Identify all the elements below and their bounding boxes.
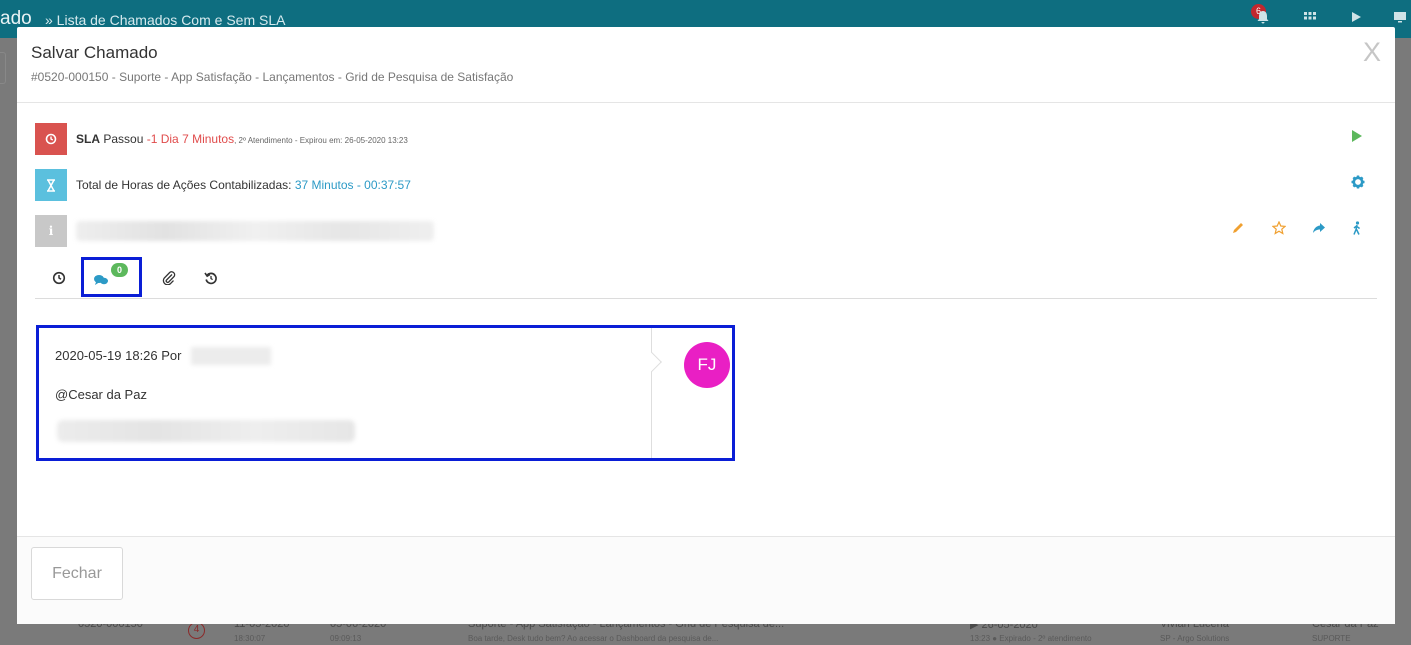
tab-history[interactable] bbox=[199, 265, 223, 291]
modal-footer: Fechar bbox=[17, 536, 1395, 624]
grid-icon[interactable] bbox=[1304, 11, 1316, 26]
hourglass-icon bbox=[35, 169, 67, 201]
modal-title: Salvar Chamado bbox=[31, 43, 158, 62]
comment-mention[interactable]: @Cesar da Paz bbox=[55, 387, 147, 402]
save-ticket-modal: Salvar Chamado #0520-000150 - Suporte - … bbox=[17, 27, 1395, 624]
bg-group: SUPORTE bbox=[1312, 634, 1351, 643]
breadcrumb[interactable]: » Lista de Chamados Com e Sem SLA bbox=[45, 12, 285, 28]
share-icon[interactable] bbox=[1312, 221, 1326, 239]
hours-value: 37 Minutos - 00:37:57 bbox=[294, 178, 411, 192]
avatar: FJ bbox=[684, 342, 730, 388]
comment-card: 2020-05-19 18:26 Por @Cesar da Paz bbox=[39, 328, 652, 458]
bg-count: 4 bbox=[188, 622, 205, 639]
pencil-icon[interactable] bbox=[1231, 221, 1245, 239]
hours-label: Total de Horas de Ações Contabilizadas: bbox=[76, 178, 292, 192]
comments-count-badge: 0 bbox=[111, 263, 128, 277]
redacted-info-text bbox=[76, 221, 434, 241]
tab-comments[interactable]: 0 bbox=[81, 257, 142, 297]
sla-status: Passou bbox=[103, 132, 144, 146]
info-icon: i bbox=[35, 215, 67, 247]
tab-history-clock[interactable] bbox=[47, 265, 71, 291]
modal-subtitle: #0520-000150 - Suporte - App Satisfação … bbox=[31, 70, 514, 84]
sla-label: SLA bbox=[76, 132, 100, 146]
clock-icon bbox=[35, 123, 67, 155]
hours-row: Total de Horas de Ações Contabilizadas: … bbox=[35, 169, 1377, 201]
play-icon[interactable] bbox=[1350, 11, 1362, 26]
redacted-comment-author bbox=[191, 347, 271, 365]
sla-text: SLA Passou -1 Dia 7 Minutos, 2º Atendime… bbox=[76, 132, 408, 146]
sla-row: SLA Passou -1 Dia 7 Minutos, 2º Atendime… bbox=[35, 123, 1377, 155]
redacted-comment-body bbox=[57, 420, 355, 442]
ticket-tabs: 0 bbox=[35, 257, 1377, 299]
info-row: i bbox=[35, 215, 1377, 247]
comments-icon bbox=[93, 269, 109, 295]
modal-header: Salvar Chamado #0520-000150 - Suporte - … bbox=[17, 27, 1395, 103]
play-icon[interactable] bbox=[1351, 129, 1363, 147]
comment-datetime: 2020-05-19 18:26 Por bbox=[55, 348, 182, 363]
bell-icon[interactable] bbox=[1256, 10, 1270, 27]
close-icon[interactable]: X bbox=[1363, 37, 1381, 68]
bg-company: SP - Argo Solutions bbox=[1160, 634, 1230, 643]
gear-icon[interactable] bbox=[1351, 175, 1365, 193]
monitor-icon[interactable] bbox=[1393, 11, 1407, 26]
tab-attachments[interactable] bbox=[157, 265, 181, 291]
star-icon[interactable] bbox=[1271, 220, 1287, 239]
hours-text: Total de Horas de Ações Contabilizadas: … bbox=[76, 178, 411, 192]
clock-icon bbox=[52, 271, 66, 288]
walk-icon[interactable] bbox=[1351, 221, 1363, 240]
sla-detail: , 2º Atendimento - Expirou em: 26-05-202… bbox=[234, 136, 408, 145]
sla-overdue: -1 Dia 7 Minutos bbox=[146, 132, 235, 146]
bg-preview: Boa tarde, Desk tudo bem? Ao acessar o D… bbox=[468, 634, 719, 643]
close-button[interactable]: Fechar bbox=[31, 547, 123, 600]
paperclip-icon bbox=[162, 271, 176, 288]
bg-time1: 18:30:07 bbox=[234, 634, 266, 643]
comment-thread: 2020-05-19 18:26 Por @Cesar da Paz FJ bbox=[36, 325, 735, 461]
history-icon bbox=[204, 272, 218, 288]
background-panel-edge bbox=[0, 52, 6, 84]
bg-due-status: 13:23 ● Expirado - 2º atendimento bbox=[970, 634, 1092, 643]
bg-time2: 09:09:13 bbox=[330, 634, 362, 643]
